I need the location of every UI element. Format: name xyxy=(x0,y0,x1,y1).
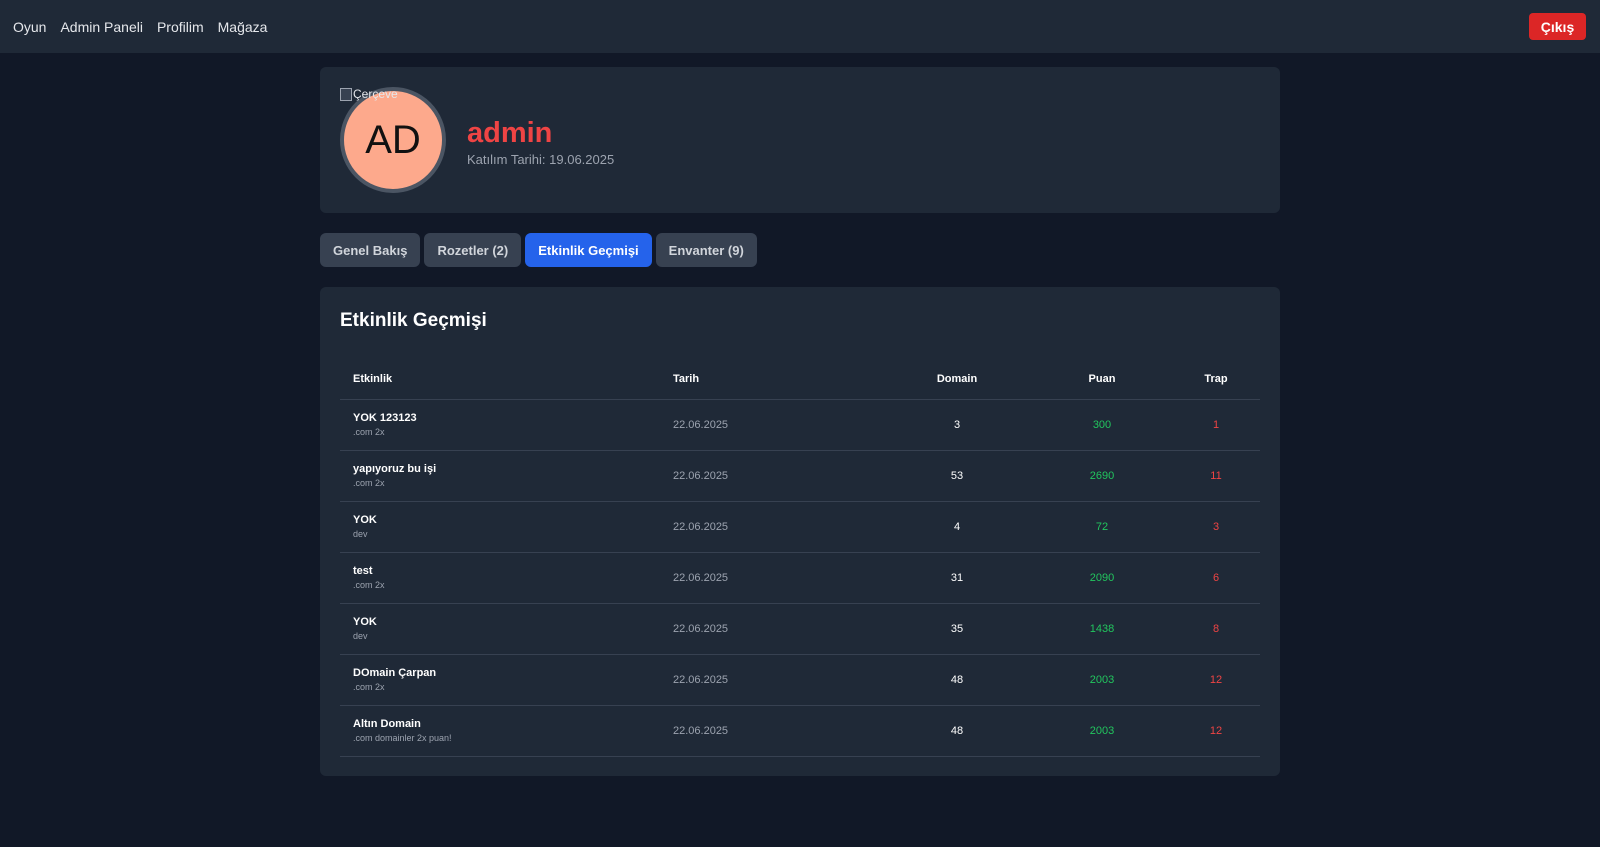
event-history-card: Etkinlik Geçmişi Etkinlik Tarih Domain P… xyxy=(320,287,1280,776)
event-score: 1438 xyxy=(1032,603,1172,655)
event-cell: yapıyoruz bu işi .com 2x xyxy=(340,450,660,502)
nav-link-profile[interactable]: Profilim xyxy=(157,19,204,35)
nav-link-oyun[interactable]: Oyun xyxy=(13,19,46,35)
event-history-title: Etkinlik Geçmişi xyxy=(340,310,487,331)
event-score: 2003 xyxy=(1032,705,1172,757)
avatar: AD xyxy=(340,87,446,193)
event-description: .com 2x xyxy=(353,427,385,437)
event-cell: test .com 2x xyxy=(340,552,660,604)
event-domain-count: 53 xyxy=(882,450,1032,502)
main-content: AD Çerçeve admin Katılım Tarihi: 19.06.2… xyxy=(320,67,1280,776)
event-cell: Altın Domain .com domainler 2x puan! xyxy=(340,705,660,757)
event-date: 22.06.2025 xyxy=(660,603,882,655)
tab-overview[interactable]: Genel Bakış xyxy=(320,233,421,267)
event-description: dev xyxy=(353,529,368,539)
event-name: DOmain Çarpan xyxy=(353,667,437,679)
table-header-row: Etkinlik Tarih Domain Puan Trap xyxy=(340,359,1260,400)
event-score: 2090 xyxy=(1032,552,1172,604)
event-trap-count: 6 xyxy=(1172,552,1260,604)
profile-card: AD Çerçeve admin Katılım Tarihi: 19.06.2… xyxy=(320,67,1280,213)
username: admin xyxy=(467,116,553,149)
join-date-value: 19.06.2025 xyxy=(549,151,615,167)
event-trap-count: 3 xyxy=(1172,501,1260,553)
event-score: 2690 xyxy=(1032,450,1172,502)
join-date-label: Katılım Tarihi: xyxy=(467,151,546,167)
top-navbar: Oyun Admin Paneli Profilim Mağaza Çıkış xyxy=(0,0,1600,53)
event-domain-count: 48 xyxy=(882,654,1032,706)
event-cell: YOK dev xyxy=(340,603,660,655)
table-row: YOK dev 22.06.2025 4 72 3 xyxy=(340,501,1260,553)
table-row: Altın Domain .com domainler 2x puan! 22.… xyxy=(340,705,1260,757)
event-trap-count: 12 xyxy=(1172,654,1260,706)
table-row: yapıyoruz bu işi .com 2x 22.06.2025 53 2… xyxy=(340,450,1260,502)
frame-alt-text: Çerçeve xyxy=(353,87,398,101)
event-domain-count: 48 xyxy=(882,705,1032,757)
event-date: 22.06.2025 xyxy=(660,552,882,604)
event-domain-count: 4 xyxy=(882,501,1032,553)
profile-info: admin Katılım Tarihi: 19.06.2025 xyxy=(467,116,614,167)
tab-inventory[interactable]: Envanter (9) xyxy=(655,233,757,267)
column-header-trap: Trap xyxy=(1172,359,1260,400)
nav-link-store[interactable]: Mağaza xyxy=(218,19,268,35)
column-header-score: Puan xyxy=(1032,359,1172,400)
event-score: 72 xyxy=(1032,501,1172,553)
event-trap-count: 12 xyxy=(1172,705,1260,757)
nav-links: Oyun Admin Paneli Profilim Mağaza xyxy=(13,19,267,35)
event-trap-count: 11 xyxy=(1172,450,1260,502)
frame-image-broken: Çerçeve xyxy=(340,87,398,101)
table-row: YOK dev 22.06.2025 35 1438 8 xyxy=(340,603,1260,655)
table-row: test .com 2x 22.06.2025 31 2090 6 xyxy=(340,552,1260,604)
column-header-event: Etkinlik xyxy=(340,359,660,400)
event-date: 22.06.2025 xyxy=(660,399,882,451)
column-header-date: Tarih xyxy=(660,359,882,400)
avatar-wrapper: AD Çerçeve xyxy=(340,87,446,193)
table-row: YOK 123123 .com 2x 22.06.2025 3 300 1 xyxy=(340,399,1260,451)
event-date: 22.06.2025 xyxy=(660,450,882,502)
event-description: .com domainler 2x puan! xyxy=(353,733,452,743)
event-domain-count: 31 xyxy=(882,552,1032,604)
tab-badges[interactable]: Rozetler (2) xyxy=(424,233,522,267)
event-description: .com 2x xyxy=(353,478,385,488)
event-cell: DOmain Çarpan .com 2x xyxy=(340,654,660,706)
broken-image-icon xyxy=(340,87,352,101)
event-cell: YOK 123123 .com 2x xyxy=(340,399,660,451)
event-domain-count: 35 xyxy=(882,603,1032,655)
join-date-line: Katılım Tarihi: 19.06.2025 xyxy=(467,152,614,167)
event-date: 22.06.2025 xyxy=(660,501,882,553)
nav-link-admin-panel[interactable]: Admin Paneli xyxy=(60,19,143,35)
event-name: yapıyoruz bu işi xyxy=(353,463,437,475)
event-date: 22.06.2025 xyxy=(660,654,882,706)
event-description: dev xyxy=(353,631,368,641)
event-name: YOK xyxy=(353,514,377,526)
column-header-domain: Domain xyxy=(882,359,1032,400)
event-trap-count: 1 xyxy=(1172,399,1260,451)
event-name: YOK 123123 xyxy=(353,412,417,424)
event-domain-count: 3 xyxy=(882,399,1032,451)
event-cell: YOK dev xyxy=(340,501,660,553)
tab-event-history[interactable]: Etkinlik Geçmişi xyxy=(525,233,652,267)
event-trap-count: 8 xyxy=(1172,603,1260,655)
event-name: Altın Domain xyxy=(353,718,421,730)
event-description: .com 2x xyxy=(353,580,385,590)
event-score: 300 xyxy=(1032,399,1172,451)
event-name: YOK xyxy=(353,616,377,628)
logout-button[interactable]: Çıkış xyxy=(1529,13,1586,40)
profile-tabs: Genel Bakış Rozetler (2) Etkinlik Geçmiş… xyxy=(320,233,1280,267)
event-date: 22.06.2025 xyxy=(660,705,882,757)
table-row: DOmain Çarpan .com 2x 22.06.2025 48 2003… xyxy=(340,654,1260,706)
event-history-table: Etkinlik Tarih Domain Puan Trap YOK 1231… xyxy=(340,359,1260,757)
event-description: .com 2x xyxy=(353,682,385,692)
event-score: 2003 xyxy=(1032,654,1172,706)
event-name: test xyxy=(353,565,373,577)
